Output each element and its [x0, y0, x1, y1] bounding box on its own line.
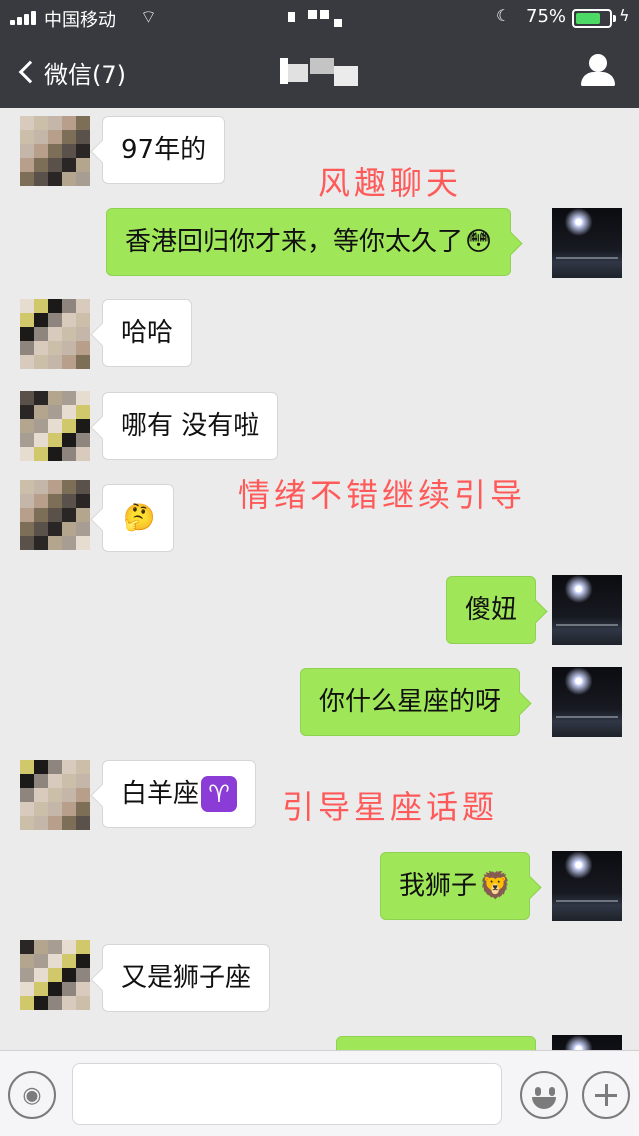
message-text: 97年的	[121, 135, 207, 165]
message-text: 傻妞	[465, 595, 518, 625]
outgoing-message-bubble[interactable]: 你什么星座的呀	[300, 668, 521, 736]
my-avatar[interactable]	[552, 1035, 622, 1050]
thinking-face-emoji: 🤔	[123, 503, 156, 533]
chevron-left-icon	[18, 60, 42, 84]
charging-bolt-icon: ϟ	[619, 6, 630, 25]
contact-avatar[interactable]	[20, 940, 90, 1010]
incoming-message-bubble[interactable]: 白羊座 ♈	[102, 760, 257, 828]
back-label: 微信(7)	[44, 60, 126, 89]
status-privacy-mosaic	[284, 8, 348, 28]
aries-emoji: ♈	[201, 776, 238, 812]
message-text: 白羊座	[121, 779, 200, 809]
my-avatar[interactable]	[552, 575, 622, 645]
contact-avatar[interactable]	[20, 299, 90, 369]
lion-face-emoji: 🦁	[479, 871, 512, 901]
contact-avatar[interactable]	[20, 480, 90, 550]
do-not-disturb-moon-icon: ☾	[496, 6, 511, 25]
incoming-message-bubble[interactable]: 哈哈	[102, 299, 193, 367]
add-more-button[interactable]	[582, 1071, 630, 1119]
message-text: 香港回归你才来，等你太久了	[125, 227, 464, 257]
chat-profile-button[interactable]	[581, 52, 615, 88]
chat-navbar: 微信(7)	[0, 36, 639, 108]
app-header: 中国移动 ⌔ ☾ 75% ϟ 微信(7)	[0, 0, 639, 108]
outgoing-message-bubble[interactable]: 我狮子 🦁	[380, 852, 531, 920]
my-avatar[interactable]	[552, 667, 622, 737]
message-text: 我狮子	[399, 871, 478, 901]
my-avatar[interactable]	[552, 208, 622, 278]
outgoing-message-bubble[interactable]: 傻妞	[446, 576, 537, 644]
battery-percent: 75%	[526, 6, 567, 27]
battery-icon	[572, 9, 612, 28]
person-icon	[589, 54, 607, 72]
flushed-face-emoji: 😳	[465, 227, 493, 257]
back-button[interactable]: 微信(7)	[14, 56, 126, 89]
annotation-label: 风趣聊天	[318, 164, 463, 202]
incoming-message-bubble[interactable]: 97年的	[102, 116, 226, 184]
status-bar: 中国移动 ⌔ ☾ 75% ϟ	[0, 0, 639, 36]
my-avatar[interactable]	[552, 851, 622, 921]
message-text: 哈哈	[121, 318, 174, 348]
message-text: 你什么星座的呀	[319, 687, 502, 717]
incoming-message-bubble[interactable]: 哪有 没有啦	[102, 392, 279, 460]
message-input[interactable]	[72, 1063, 502, 1125]
signal-strength-icon	[10, 11, 38, 25]
emoji-face-icon	[535, 1087, 541, 1096]
battery-tip	[613, 15, 616, 22]
chat-input-bar: ◉	[0, 1050, 639, 1136]
contact-avatar[interactable]	[20, 760, 90, 830]
voice-input-icon: ◉	[22, 1082, 42, 1108]
carrier-name: 中国移动	[44, 10, 116, 31]
voice-input-button[interactable]: ◉	[8, 1071, 56, 1119]
contact-avatar[interactable]	[20, 116, 90, 186]
annotation-label: 情绪不错继续引导	[238, 476, 527, 514]
incoming-message-bubble[interactable]: 🤔	[102, 484, 175, 552]
annotation-label: 引导星座话题	[282, 788, 499, 826]
emoji-button[interactable]	[520, 1071, 568, 1119]
chat-title-mosaic	[280, 56, 360, 88]
outgoing-message-bubble[interactable]: 香港回归你才来，等你太久了 😳	[106, 208, 512, 276]
incoming-message-bubble[interactable]: 又是狮子座	[102, 944, 271, 1012]
contact-avatar[interactable]	[20, 391, 90, 461]
message-text: 又是狮子座	[121, 963, 252, 993]
wifi-icon: ⌔	[140, 7, 157, 28]
chat-message-list[interactable]: 97年的 风趣聊天 香港回归你才来，等你太久了 😳 哈哈 哪有 没有啦 🤔 情绪…	[0, 108, 639, 1050]
message-text: 哪有 没有啦	[121, 411, 260, 441]
outgoing-message-bubble[interactable]	[336, 1036, 536, 1050]
